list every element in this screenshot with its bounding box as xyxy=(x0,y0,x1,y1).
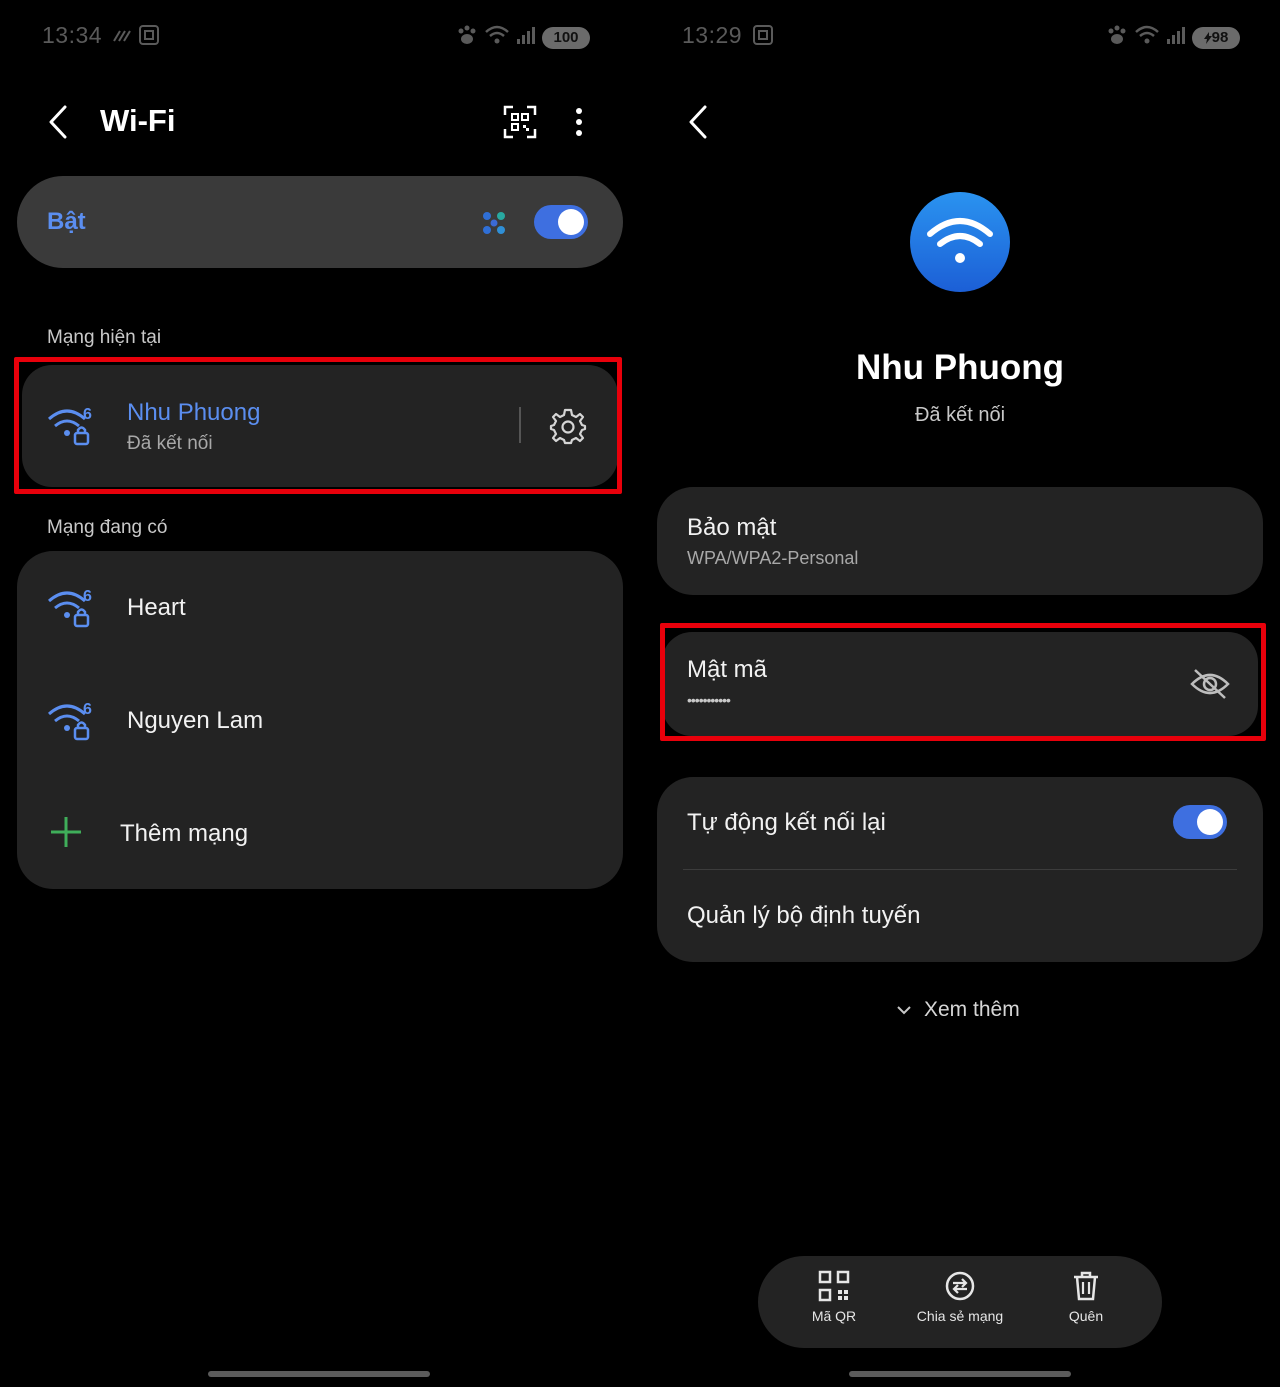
battery-icon: 100 xyxy=(542,26,590,49)
wifi-master-label: Bật xyxy=(47,208,86,235)
qr-scan-icon xyxy=(503,105,537,139)
wifi6-secure-icon: 6 xyxy=(47,587,95,631)
qr-scan-button[interactable] xyxy=(498,100,542,144)
nfc-icon xyxy=(112,27,132,48)
toggle-knob xyxy=(558,209,584,235)
home-indicator[interactable] xyxy=(208,1371,430,1377)
see-more-button[interactable]: Xem thêm xyxy=(896,998,1020,1022)
network-item-heart[interactable]: 6 Heart xyxy=(17,551,623,663)
chevron-left-icon xyxy=(49,105,67,139)
trash-icon xyxy=(1074,1271,1098,1301)
network-item-nguyen-lam[interactable]: 6 Nguyen Lam xyxy=(17,664,623,776)
status-left-icons xyxy=(112,24,160,51)
share-network-label: Chia sẻ mạng xyxy=(916,1308,1004,1324)
wifi-list-screen: 13:34 100 Wi-Fi Bật Mạng hiện tại 6 Nhu … xyxy=(0,0,640,1387)
status-right-icons: 100 xyxy=(456,24,590,51)
security-value: WPA/WPA2-Personal xyxy=(687,548,859,568)
wifi-toggle[interactable] xyxy=(534,205,588,239)
battery-level: 98 xyxy=(1211,29,1229,46)
svg-text:6: 6 xyxy=(83,701,92,718)
page-title: Wi-Fi xyxy=(100,103,176,138)
see-more-label: Xem thêm xyxy=(924,998,1020,1021)
highlight-box xyxy=(14,357,622,494)
back-button[interactable] xyxy=(678,100,718,144)
paw-icon xyxy=(1106,25,1128,50)
auto-reconnect-label: Tự động kết nối lại xyxy=(687,809,886,836)
share-network-button[interactable]: Chia sẻ mạng xyxy=(900,1270,1020,1324)
toggle-knob xyxy=(1197,809,1223,835)
network-status: Đã kết nối xyxy=(914,404,1006,426)
chevron-down-icon xyxy=(897,1006,911,1015)
home-indicator[interactable] xyxy=(849,1371,1071,1377)
qr-code-icon xyxy=(818,1270,850,1302)
available-networks-card: 6 Heart 6 Nguyen Lam Thêm mạng xyxy=(17,551,623,889)
network-name: Nguyen Lam xyxy=(127,707,264,734)
router-manage-label: Quản lý bộ định tuyến xyxy=(687,902,921,929)
network-detail-screen: 13:29 98 Nhu Phuong Đã kết nối Bảo mật W… xyxy=(640,0,1280,1387)
screenshot-icon xyxy=(138,24,160,51)
available-networks-label: Mạng đang có xyxy=(47,517,168,538)
signal-icon xyxy=(516,25,536,50)
wifi-status-icon xyxy=(484,24,510,51)
bottom-action-bar: Mã QR Chia sẻ mạng Quên xyxy=(758,1256,1162,1348)
status-left-icons xyxy=(752,24,774,51)
wifi-status-icon xyxy=(1134,24,1160,51)
battery-icon: 98 xyxy=(1192,26,1240,49)
network-title: Nhu Phuong xyxy=(855,348,1064,387)
auto-reconnect-toggle[interactable] xyxy=(1173,805,1227,839)
qr-code-label: Mã QR xyxy=(811,1308,857,1324)
add-network-button[interactable]: Thêm mạng xyxy=(17,777,623,889)
forget-label: Quên xyxy=(1068,1308,1104,1324)
more-vertical-icon xyxy=(576,108,582,136)
add-network-label: Thêm mạng xyxy=(120,820,249,847)
chevron-left-icon xyxy=(689,105,707,139)
highlight-box xyxy=(660,623,1266,741)
router-manage-row[interactable]: Quản lý bộ định tuyến xyxy=(657,870,1263,962)
back-button[interactable] xyxy=(38,100,78,144)
wifi-master-switch-card[interactable]: Bật xyxy=(17,176,623,268)
status-time: 13:34 xyxy=(42,22,103,48)
battery-level: 100 xyxy=(553,29,579,46)
status-bar: 13:34 100 xyxy=(0,18,640,52)
network-name: Heart xyxy=(127,594,186,621)
security-label: Bảo mật xyxy=(687,514,777,541)
forget-button[interactable]: Quên xyxy=(1026,1270,1146,1324)
status-right-icons: 98 xyxy=(1106,24,1240,51)
intelligent-wifi-icon[interactable] xyxy=(477,206,511,245)
wifi6-secure-icon: 6 xyxy=(47,700,95,744)
status-time: 13:29 xyxy=(682,22,743,48)
qr-code-button[interactable]: Mã QR xyxy=(774,1270,894,1324)
security-card[interactable]: Bảo mật WPA/WPA2-Personal xyxy=(657,487,1263,595)
signal-icon xyxy=(1166,25,1186,50)
status-bar: 13:29 98 xyxy=(640,18,1280,52)
svg-text:6: 6 xyxy=(83,588,92,605)
share-network-icon xyxy=(945,1271,975,1301)
current-network-label: Mạng hiện tại xyxy=(47,327,162,348)
paw-icon xyxy=(456,25,478,50)
charging-icon xyxy=(1203,31,1212,44)
plus-icon xyxy=(49,815,83,854)
options-card: Tự động kết nối lại Quản lý bộ định tuyế… xyxy=(657,777,1263,962)
screenshot-icon xyxy=(752,24,774,51)
auto-reconnect-row[interactable]: Tự động kết nối lại xyxy=(657,777,1263,869)
more-options-button[interactable] xyxy=(557,100,601,144)
wifi-large-icon xyxy=(910,192,1010,297)
